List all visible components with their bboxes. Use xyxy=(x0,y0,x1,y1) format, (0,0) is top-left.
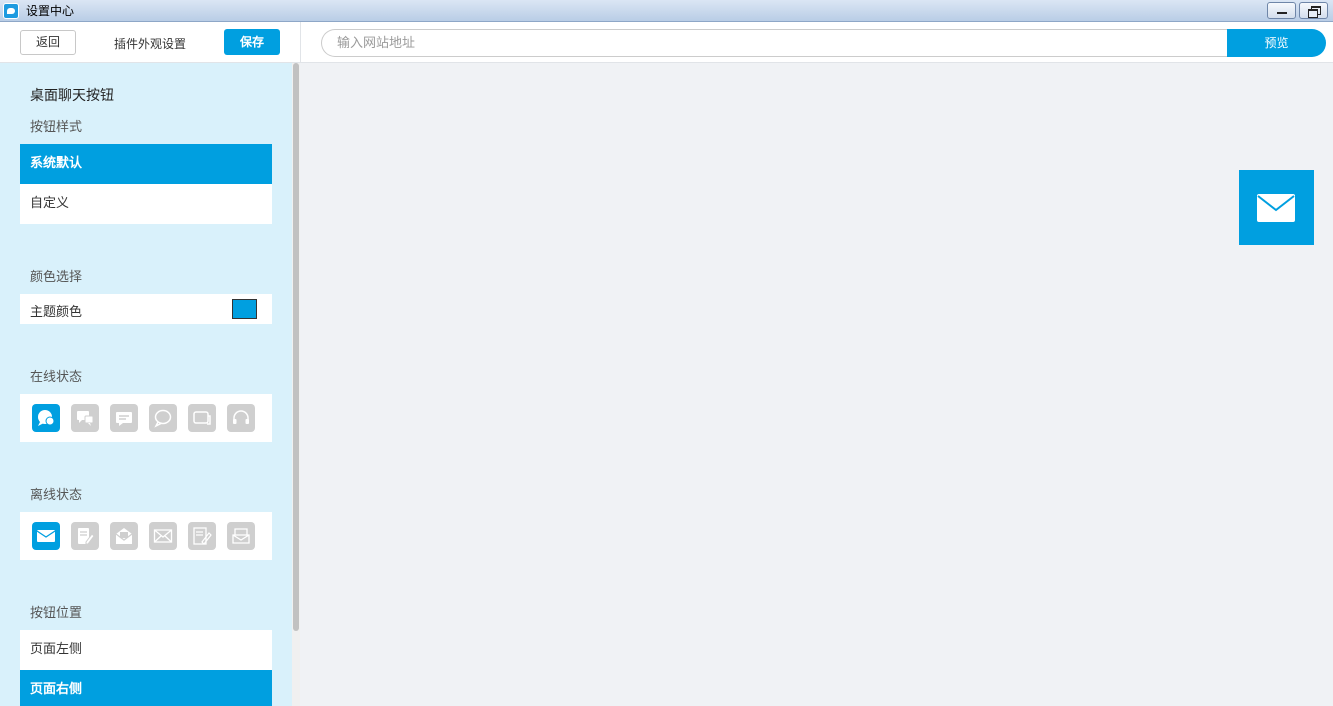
minimize-button[interactable] xyxy=(1267,2,1296,19)
chat-bubble-icon[interactable] xyxy=(32,404,60,432)
headset-icon[interactable] xyxy=(227,404,255,432)
online-icon-row xyxy=(20,394,272,442)
speech-bubble-outline-icon[interactable] xyxy=(149,404,177,432)
theme-color-swatch[interactable] xyxy=(232,299,257,319)
chat-box-outline-icon[interactable] xyxy=(188,404,216,432)
envelope-icon[interactable] xyxy=(32,522,60,550)
style-option-default[interactable]: 系统默认 xyxy=(20,144,272,184)
toolbar-title: 插件外观设置 xyxy=(113,37,186,51)
window-title: 设置中心 xyxy=(26,4,75,18)
chat-bubbles-icon[interactable] xyxy=(71,404,99,432)
style-option-custom[interactable]: 自定义 xyxy=(20,184,272,224)
section-heading: 桌面聊天按钮 xyxy=(30,88,114,104)
preview-button[interactable]: 预览 xyxy=(1227,29,1326,57)
color-select-label: 颜色选择 xyxy=(30,270,83,285)
offline-icon-row xyxy=(20,512,272,560)
sidebar-scrollbar[interactable] xyxy=(292,63,300,706)
offline-status-label: 离线状态 xyxy=(30,488,83,503)
app-logo-icon xyxy=(3,3,19,19)
button-position-label: 按钮位置 xyxy=(30,606,83,621)
mail-tray-icon[interactable] xyxy=(227,522,255,550)
preview-chat-button[interactable] xyxy=(1239,170,1314,245)
position-option-left[interactable]: 页面左侧 xyxy=(20,630,272,670)
button-style-label: 按钮样式 xyxy=(30,120,83,135)
preview-toolbar: 预览 xyxy=(300,22,1333,63)
position-option-right[interactable]: 页面右侧 xyxy=(20,670,272,706)
theme-color-row: 主题颜色 xyxy=(20,294,272,324)
envelope-icon xyxy=(1257,194,1295,222)
online-status-label: 在线状态 xyxy=(30,370,83,385)
settings-sidebar: 桌面聊天按钮 按钮样式 系统默认 自定义 颜色选择 主题颜色 在线状态 离线状态 xyxy=(0,63,292,706)
save-button[interactable]: 保存 xyxy=(224,29,280,55)
theme-color-label: 主题颜色 xyxy=(30,305,83,320)
envelope-open-icon[interactable] xyxy=(110,522,138,550)
note-pencil-icon[interactable] xyxy=(188,522,216,550)
window-titlebar: 设置中心 xyxy=(0,0,1333,22)
document-edit-icon[interactable] xyxy=(71,522,99,550)
message-lines-icon[interactable] xyxy=(110,404,138,432)
back-button[interactable]: 返回 xyxy=(20,30,76,55)
restore-button[interactable] xyxy=(1299,2,1328,19)
settings-toolbar: 返回 插件外观设置 保存 xyxy=(0,22,300,63)
sidebar-scroll-thumb[interactable] xyxy=(293,63,299,631)
website-url-input[interactable] xyxy=(321,29,1229,57)
envelope-outline-icon[interactable] xyxy=(149,522,177,550)
